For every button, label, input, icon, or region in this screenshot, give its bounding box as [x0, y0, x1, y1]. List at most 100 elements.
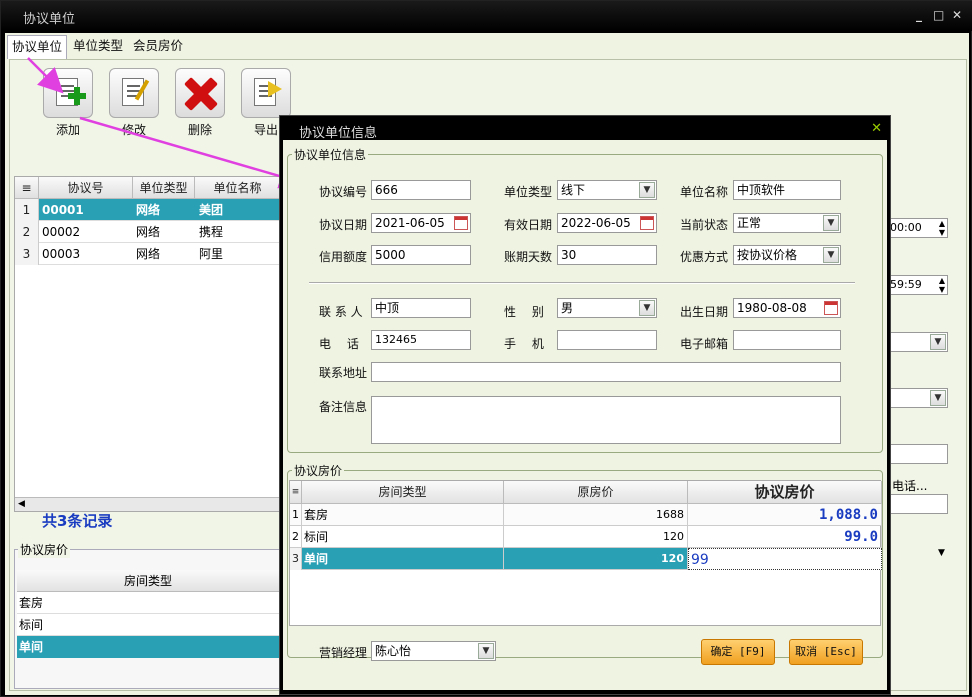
birthday-label: 出生日期 — [680, 305, 729, 319]
tab-unit-type[interactable]: 单位类型 — [69, 35, 127, 59]
calendar-icon[interactable] — [640, 216, 654, 230]
delete-button[interactable]: 删除 — [170, 68, 230, 138]
dialog-title: 协议单位信息 — [299, 126, 378, 141]
manager-select[interactable]: 陈心怡 ▼ — [371, 641, 496, 661]
time-field-end[interactable]: 59:59 ▲ ▼ — [886, 275, 948, 295]
agreement-price-editor[interactable]: 99 — [688, 548, 882, 570]
dialog-body: 协议单位信息 协议编号 666 单位类型 线下 ▼ 单位名称 中顶软件 协议日期 … — [283, 140, 887, 690]
gender-select[interactable]: 男 ▼ — [557, 298, 657, 318]
status-select[interactable]: 正常 ▼ — [733, 213, 841, 233]
window-title: 协议单位 — [23, 12, 76, 27]
list-item[interactable]: 单间 — [17, 636, 279, 658]
discount-select[interactable]: 按协议价格 ▼ — [733, 245, 841, 265]
unit-type-select[interactable]: 线下 ▼ — [557, 180, 657, 200]
valid-date-picker[interactable]: 2022-06-05 — [557, 213, 657, 233]
maximize-button[interactable]: □ — [933, 8, 944, 22]
column-header-name[interactable]: 单位名称 — [195, 177, 279, 199]
right-field-2[interactable] — [886, 494, 948, 514]
list-item[interactable]: 标间 — [17, 614, 279, 636]
agree-date-picker[interactable]: 2021-06-05 — [371, 213, 471, 233]
table-row[interactable]: 2 标间 120 99.0 — [290, 526, 882, 548]
address-input[interactable] — [371, 362, 841, 382]
contact-input[interactable]: 中顶 — [371, 298, 471, 318]
unit-type-label: 单位类型 — [504, 185, 553, 199]
edit-document-icon — [109, 68, 159, 118]
main-titlebar: 协议单位 _ □ ✕ — [1, 1, 972, 31]
divider — [309, 282, 855, 284]
table-row[interactable]: 1 套房 1688 1,088.0 — [290, 504, 882, 526]
status-label: 当前状态 — [680, 218, 729, 232]
column-header-room-type[interactable]: 房间类型 — [302, 481, 504, 504]
unit-info-dialog: 协议单位信息 ✕ 协议单位信息 协议编号 666 单位类型 线下 ▼ 单位名称 中… — [279, 115, 891, 695]
table-row[interactable]: 2 00002 网络 携程 — [15, 221, 279, 243]
record-count: 共3条记录 — [42, 512, 113, 530]
minimize-button[interactable]: _ — [916, 8, 922, 22]
credit-label: 信用额度 — [319, 250, 368, 264]
column-header-type[interactable]: 单位类型 — [133, 177, 195, 199]
mobile-input[interactable] — [557, 330, 657, 350]
credit-input[interactable]: 5000 — [371, 245, 471, 265]
chevron-down-icon[interactable]: ▼ — [823, 215, 839, 231]
confirm-button[interactable]: 确定 [F9] — [701, 639, 775, 665]
right-field-1[interactable] — [886, 444, 948, 464]
left-price-panel: 协议房价 房间类型 套房 标间 单间 — [14, 541, 280, 689]
column-header-agreement-price[interactable]: 协议房价 — [688, 481, 882, 504]
unit-info-legend: 协议单位信息 — [294, 148, 367, 162]
mobile-label: 手 机 — [504, 337, 544, 351]
list-item[interactable]: 套房 — [17, 592, 279, 614]
chevron-down-icon[interactable]: ▼ — [639, 182, 655, 198]
cancel-button[interactable]: 取消 [Esc] — [789, 639, 863, 665]
email-input[interactable] — [733, 330, 841, 350]
delete-x-icon — [175, 68, 225, 118]
time-field-start[interactable]: 00:00 ▲ ▼ — [886, 218, 948, 238]
code-label: 协议编号 — [319, 185, 368, 199]
add-document-icon — [43, 68, 93, 118]
discount-label: 优惠方式 — [680, 250, 729, 264]
right-dropdown-2[interactable]: ▼ — [886, 388, 948, 408]
unit-grid: ≡ 协议号 单位类型 单位名称 1 00001 网络 美团 2 00002 网络… — [14, 176, 280, 512]
close-button[interactable]: ✕ — [952, 8, 962, 22]
left-price-header[interactable]: 房间类型 — [17, 570, 279, 592]
table-row[interactable]: 3 单间 120 99 — [290, 548, 882, 570]
gender-label: 性 别 — [504, 305, 544, 319]
chevron-down-icon[interactable]: ▼ — [478, 643, 494, 659]
birthday-picker[interactable]: 1980-08-08 — [733, 298, 841, 318]
column-header-original-price[interactable]: 原房价 — [504, 481, 688, 504]
phone-input[interactable]: 132465 — [371, 330, 471, 350]
spinner-icon[interactable]: ▲ ▼ — [939, 219, 945, 237]
remark-textarea[interactable] — [371, 396, 841, 444]
scroll-left-icon[interactable]: ◀ — [18, 499, 25, 509]
add-label: 添加 — [55, 123, 80, 137]
grid-menu-icon[interactable]: ≡ — [15, 177, 39, 199]
tab-member-price[interactable]: 会员房价 — [129, 35, 187, 59]
unit-name-input[interactable]: 中顶软件 — [733, 180, 841, 200]
chevron-down-icon[interactable]: ▼ — [930, 334, 946, 350]
address-label: 联系地址 — [319, 366, 368, 380]
account-days-label: 账期天数 — [504, 250, 553, 264]
chevron-down-icon[interactable]: ▼ — [823, 247, 839, 263]
table-row[interactable]: 3 00003 网络 阿里 — [15, 243, 279, 265]
agreement-price-legend: 协议房价 — [294, 464, 343, 478]
calendar-icon[interactable] — [454, 216, 468, 230]
account-days-input[interactable]: 30 — [557, 245, 657, 265]
dialog-close-button[interactable]: ✕ — [871, 121, 882, 136]
chevron-down-icon[interactable]: ▼ — [930, 390, 946, 406]
delete-label: 删除 — [187, 123, 212, 137]
chevron-down-icon[interactable]: ▼ — [938, 548, 945, 558]
add-button[interactable]: 添加 — [38, 68, 98, 138]
calendar-icon[interactable] — [824, 301, 838, 315]
table-row[interactable]: 1 00001 网络 美团 — [15, 199, 279, 221]
valid-date-label: 有效日期 — [504, 218, 553, 232]
phone-label: 电 话 — [319, 337, 359, 351]
spinner-icon[interactable]: ▲ ▼ — [939, 276, 945, 294]
left-price-legend: 协议房价 — [18, 541, 71, 558]
agree-date-label: 协议日期 — [319, 218, 368, 232]
email-label: 电子邮箱 — [680, 337, 729, 351]
right-dropdown-1[interactable]: ▼ — [886, 332, 948, 352]
tab-agreement-unit[interactable]: 协议单位 — [7, 35, 68, 59]
grid-menu-icon[interactable]: ≡ — [290, 481, 302, 504]
chevron-down-icon[interactable]: ▼ — [639, 300, 655, 316]
code-input[interactable]: 666 — [371, 180, 471, 200]
edit-button[interactable]: 修改 — [104, 68, 164, 138]
column-header-code[interactable]: 协议号 — [39, 177, 133, 199]
